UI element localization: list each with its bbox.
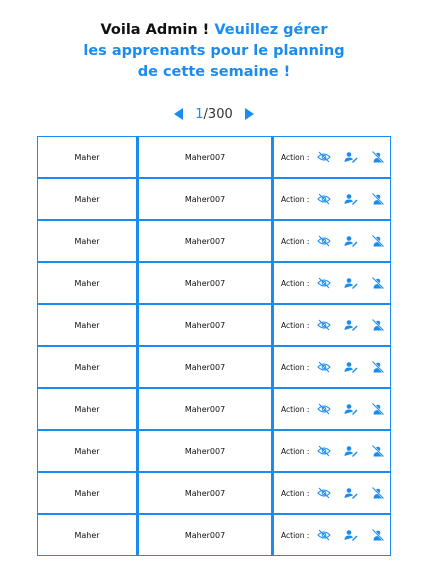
learner-name: Maher — [37, 178, 137, 220]
heading-line2: les apprenants pour le planning — [83, 43, 345, 59]
learner-username: Maher007 — [137, 304, 273, 346]
action-label: Action : — [281, 194, 310, 204]
user-edit-icon[interactable] — [344, 151, 358, 163]
actions-cell: Action : — [273, 262, 391, 304]
actions-cell: Action : — [273, 178, 391, 220]
action-label: Action : — [281, 362, 310, 372]
learner-name: Maher — [37, 220, 137, 262]
eye-off-icon[interactable] — [317, 277, 332, 289]
actions-cell: Action : — [273, 472, 391, 514]
actions-cell: Action : — [273, 388, 391, 430]
learner-username: Maher007 — [137, 472, 273, 514]
learner-username: Maher007 — [137, 178, 273, 220]
total-pages: 300 — [207, 106, 233, 122]
action-label: Action : — [281, 278, 310, 288]
current-page: 1 — [195, 106, 204, 122]
eye-off-icon[interactable] — [317, 487, 332, 499]
table-row: Maher Maher007 Action : — [37, 472, 391, 514]
learner-username: Maher007 — [137, 136, 273, 178]
pagination-text: 1/300 — [195, 107, 233, 122]
table-row: Maher Maher007 Action : — [37, 220, 391, 262]
user-edit-icon[interactable] — [344, 277, 358, 289]
prev-page-icon[interactable] — [174, 108, 184, 120]
learner-username: Maher007 — [137, 430, 273, 472]
user-edit-icon[interactable] — [344, 235, 358, 247]
user-remove-icon[interactable] — [371, 360, 385, 374]
action-label: Action : — [281, 446, 310, 456]
learner-username: Maher007 — [137, 346, 273, 388]
learner-name: Maher — [37, 304, 137, 346]
eye-off-icon[interactable] — [317, 529, 332, 541]
user-remove-icon[interactable] — [371, 444, 385, 458]
actions-cell: Action : — [273, 136, 391, 178]
learner-name: Maher — [37, 262, 137, 304]
actions-cell: Action : — [273, 346, 391, 388]
user-remove-icon[interactable] — [371, 402, 385, 416]
learner-name: Maher — [37, 346, 137, 388]
table-row: Maher Maher007 Action : — [37, 430, 391, 472]
action-label: Action : — [281, 320, 310, 330]
actions-cell: Action : — [273, 514, 391, 556]
heading-line3: de cette semaine ! — [137, 64, 291, 80]
action-label: Action : — [281, 236, 310, 246]
learner-name: Maher — [37, 430, 137, 472]
table-row: Maher Maher007 Action : — [37, 514, 391, 556]
action-label: Action : — [281, 530, 310, 540]
page-heading: Voila Admin ! Veuillez gérer les apprena… — [0, 20, 428, 83]
table-row: Maher Maher007 Action : — [37, 262, 391, 304]
table-row: Maher Maher007 Action : — [37, 346, 391, 388]
action-label: Action : — [281, 488, 310, 498]
learner-username: Maher007 — [137, 220, 273, 262]
learner-username: Maher007 — [137, 514, 273, 556]
eye-off-icon[interactable] — [317, 235, 332, 247]
user-edit-icon[interactable] — [344, 361, 358, 373]
eye-off-icon[interactable] — [317, 445, 332, 457]
learner-name: Maher — [37, 136, 137, 178]
greeting-text: Voila Admin ! — [100, 22, 210, 38]
user-remove-icon[interactable] — [371, 192, 385, 206]
eye-off-icon[interactable] — [317, 319, 332, 331]
learner-name: Maher — [37, 472, 137, 514]
actions-cell: Action : — [273, 430, 391, 472]
pagination: 1/300 — [0, 104, 428, 124]
user-remove-icon[interactable] — [371, 234, 385, 248]
learners-table: Maher Maher007 Action : Maher Maher007 Action… — [37, 136, 391, 556]
user-remove-icon[interactable] — [371, 150, 385, 164]
eye-off-icon[interactable] — [317, 151, 332, 163]
learner-username: Maher007 — [137, 262, 273, 304]
user-edit-icon[interactable] — [344, 445, 358, 457]
heading-line1: Veuillez gérer — [214, 22, 328, 38]
table-row: Maher Maher007 Action : — [37, 136, 391, 178]
eye-off-icon[interactable] — [317, 361, 332, 373]
user-edit-icon[interactable] — [344, 193, 358, 205]
user-edit-icon[interactable] — [344, 319, 358, 331]
user-edit-icon[interactable] — [344, 529, 358, 541]
user-edit-icon[interactable] — [344, 487, 358, 499]
learner-name: Maher — [37, 514, 137, 556]
action-label: Action : — [281, 152, 310, 162]
eye-off-icon[interactable] — [317, 193, 332, 205]
action-label: Action : — [281, 404, 310, 414]
actions-cell: Action : — [273, 220, 391, 262]
user-edit-icon[interactable] — [344, 403, 358, 415]
user-remove-icon[interactable] — [371, 276, 385, 290]
table-row: Maher Maher007 Action : — [37, 178, 391, 220]
table-row: Maher Maher007 Action : — [37, 304, 391, 346]
learner-username: Maher007 — [137, 388, 273, 430]
user-remove-icon[interactable] — [371, 318, 385, 332]
actions-cell: Action : — [273, 304, 391, 346]
next-page-icon[interactable] — [244, 108, 254, 120]
user-remove-icon[interactable] — [371, 528, 385, 542]
table-row: Maher Maher007 Action : — [37, 388, 391, 430]
eye-off-icon[interactable] — [317, 403, 332, 415]
user-remove-icon[interactable] — [371, 486, 385, 500]
learner-name: Maher — [37, 388, 137, 430]
